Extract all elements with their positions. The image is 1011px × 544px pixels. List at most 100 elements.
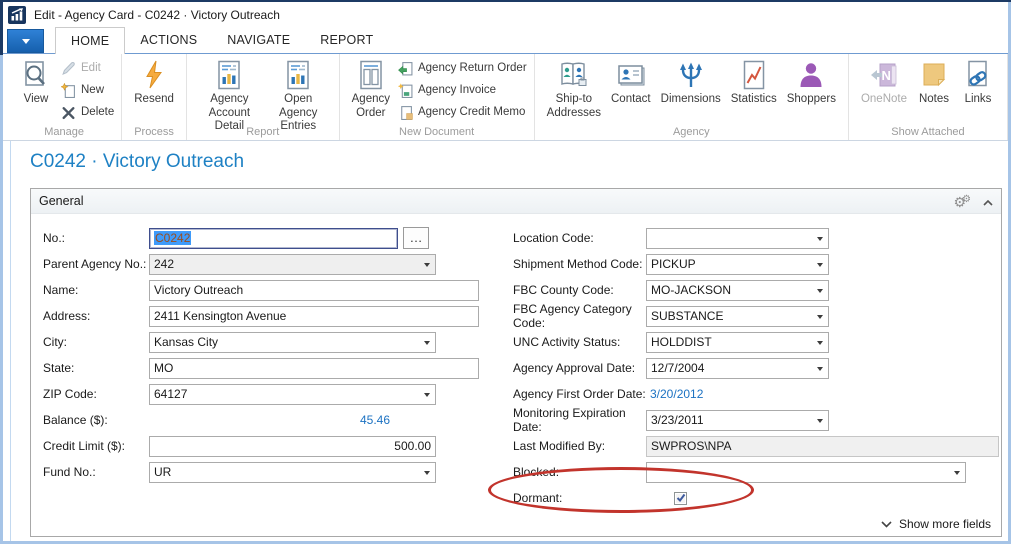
credit-limit-input[interactable]: 500.00 (149, 436, 436, 457)
statistics-button[interactable]: Statistics (726, 56, 782, 107)
page-title: C0242 · Victory Outreach (30, 151, 244, 173)
tab-navigate[interactable]: NAVIGATE (212, 27, 305, 54)
ship-to-addresses-button[interactable]: Ship-to Addresses (542, 56, 606, 120)
field-value: HOLDDIST (651, 335, 712, 349)
dimensions-button[interactable]: Dimensions (656, 56, 726, 107)
show-more-fields-label: Show more fields (899, 517, 991, 531)
report-icon (213, 58, 245, 92)
fbc-agency-category-code-dropdown[interactable]: SUBSTANCE (646, 306, 829, 327)
resend-button[interactable]: Resend (129, 56, 179, 107)
field-value: 242 (154, 257, 174, 271)
field-row-unc-activity-status: UNC Activity Status:HOLDDIST (513, 329, 999, 355)
notes-button[interactable]: Notes (912, 56, 956, 107)
agency-credit-memo-button[interactable]: Agency Credit Memo (398, 104, 527, 120)
location-code-dropdown[interactable] (646, 228, 829, 249)
agency-approval-date-label: Agency Approval Date: (513, 361, 646, 375)
parent-agency-no-dropdown[interactable]: 242 (149, 254, 436, 275)
address-input[interactable]: 2411 Kensington Avenue (149, 306, 479, 327)
last-modified-by-label: Last Modified By: (513, 439, 646, 453)
onenote-button[interactable]: NOneNote (856, 56, 912, 107)
field-row-location-code: Location Code: (513, 225, 999, 251)
ribbon-tabs: HOMEACTIONSNAVIGATEREPORT (55, 27, 388, 54)
agency-approval-date-dropdown[interactable]: 12/7/2004 (646, 358, 829, 379)
window-border-top (0, 0, 1011, 2)
location-code-label: Location Code: (513, 231, 646, 245)
parent-agency-no-label: Parent Agency No.: (43, 257, 149, 271)
button-label: Links (965, 93, 992, 107)
general-fasttab-header[interactable]: General ⚙⚙ (31, 189, 1001, 214)
customize-gear-icon[interactable]: ⚙⚙ (953, 195, 971, 209)
agency-account-detail-button[interactable]: Agency Account Detail (194, 56, 265, 134)
field-row-city: City:Kansas City (43, 329, 503, 355)
button-label: OneNote (861, 93, 907, 107)
name-label: Name: (43, 283, 149, 297)
fund-no-dropdown[interactable]: UR (149, 462, 436, 483)
tab-report[interactable]: REPORT (305, 27, 388, 54)
blocked-dropdown[interactable] (646, 462, 966, 483)
delete-button[interactable]: Delete (61, 104, 114, 120)
field-value: MO (154, 361, 173, 375)
field-row-parent-agency-no: Parent Agency No.: 242 (43, 251, 503, 277)
edit-button[interactable]: Edit (61, 60, 114, 76)
general-right-column: Location Code:Shipment Method Code:PICKU… (513, 225, 999, 511)
agency-first-order-date-link[interactable]: 3/20/2012 (646, 387, 707, 401)
dropdown-arrow-icon (817, 315, 823, 319)
window-title: Edit - Agency Card - C0242 · Victory Out… (34, 8, 280, 22)
field-row-blocked: Blocked: (513, 459, 999, 485)
field-value: 12/7/2004 (651, 361, 704, 375)
ribbon-group-show-attached: NOneNoteNotes Links Show Attached (849, 54, 1008, 140)
shipment-method-code-dropdown[interactable]: PICKUP (646, 254, 829, 275)
field-row-name: Name:Victory Outreach (43, 277, 503, 303)
zip-code-dropdown[interactable]: 64127 (149, 384, 436, 405)
ribbon-group-label: Process (122, 126, 186, 138)
button-label: Agency Return Order (418, 62, 527, 74)
new-button[interactable]: New (61, 82, 114, 98)
button-label: Resend (134, 93, 174, 107)
dropdown-arrow-icon (817, 367, 823, 371)
ribbon-tab-row: HOMEACTIONSNAVIGATEREPORT (3, 27, 1008, 54)
tab-actions[interactable]: ACTIONS (125, 27, 212, 54)
open-agency-entries-button[interactable]: Open Agency Entries (265, 56, 332, 134)
return-order-icon (398, 61, 413, 76)
unc-activity-status-dropdown[interactable]: HOLDDIST (646, 332, 829, 353)
city-dropdown[interactable]: Kansas City (149, 332, 436, 353)
monitoring-expiration-date-dropdown[interactable]: 3/23/2011 (646, 410, 829, 431)
contact-button[interactable]: Contact (606, 56, 656, 107)
shoppers-icon (795, 58, 827, 92)
name-input[interactable]: Victory Outreach (149, 280, 479, 301)
field-value: Kansas City (154, 335, 218, 349)
field-value: SUBSTANCE (651, 309, 723, 323)
credit-limit-label: Credit Limit ($): (43, 439, 149, 453)
fbc-county-code-dropdown[interactable]: MO-JACKSON (646, 280, 829, 301)
agency-return-order-button[interactable]: Agency Return Order (398, 60, 527, 76)
view-button[interactable]: View (14, 56, 58, 107)
field-value: 64127 (154, 387, 187, 401)
button-label: Delete (81, 106, 114, 118)
ribbon-group-label: Manage (7, 126, 121, 138)
ship-to-addresses-icon (558, 58, 590, 92)
no-assist-button[interactable]: … (403, 227, 429, 249)
show-more-fields[interactable]: Show more fields (881, 517, 991, 531)
button-label: Contact (611, 93, 651, 107)
button-label: Agency Invoice (418, 84, 496, 96)
no-input[interactable]: C0242 (149, 228, 398, 249)
app-menu-button[interactable] (7, 29, 44, 53)
shoppers-button[interactable]: Shoppers (782, 56, 841, 107)
edit-icon (61, 61, 76, 76)
field-row-fbc-county-code: FBC County Code:MO-JACKSON (513, 277, 999, 303)
collapse-chevron-up-icon[interactable] (983, 195, 993, 209)
view-icon (20, 58, 52, 92)
field-row-credit-limit: Credit Limit ($):500.00 (43, 433, 503, 459)
dormant-checkbox[interactable] (674, 492, 687, 505)
balance-label: Balance ($): (43, 413, 149, 427)
last-modified-by-field: SWPROS\NPA (646, 436, 999, 457)
ribbon-group-label: Show Attached (849, 126, 1007, 138)
state-input[interactable]: MO (149, 358, 479, 379)
agency-invoice-button[interactable]: Agency Invoice (398, 82, 527, 98)
links-button[interactable]: Links (956, 56, 1000, 107)
agency-order-button[interactable]: Agency Order (347, 56, 395, 120)
dimensions-icon (675, 58, 707, 92)
balance-link[interactable]: 45.46 (149, 413, 394, 427)
tab-home[interactable]: HOME (55, 27, 125, 55)
field-value: PICKUP (651, 257, 696, 271)
